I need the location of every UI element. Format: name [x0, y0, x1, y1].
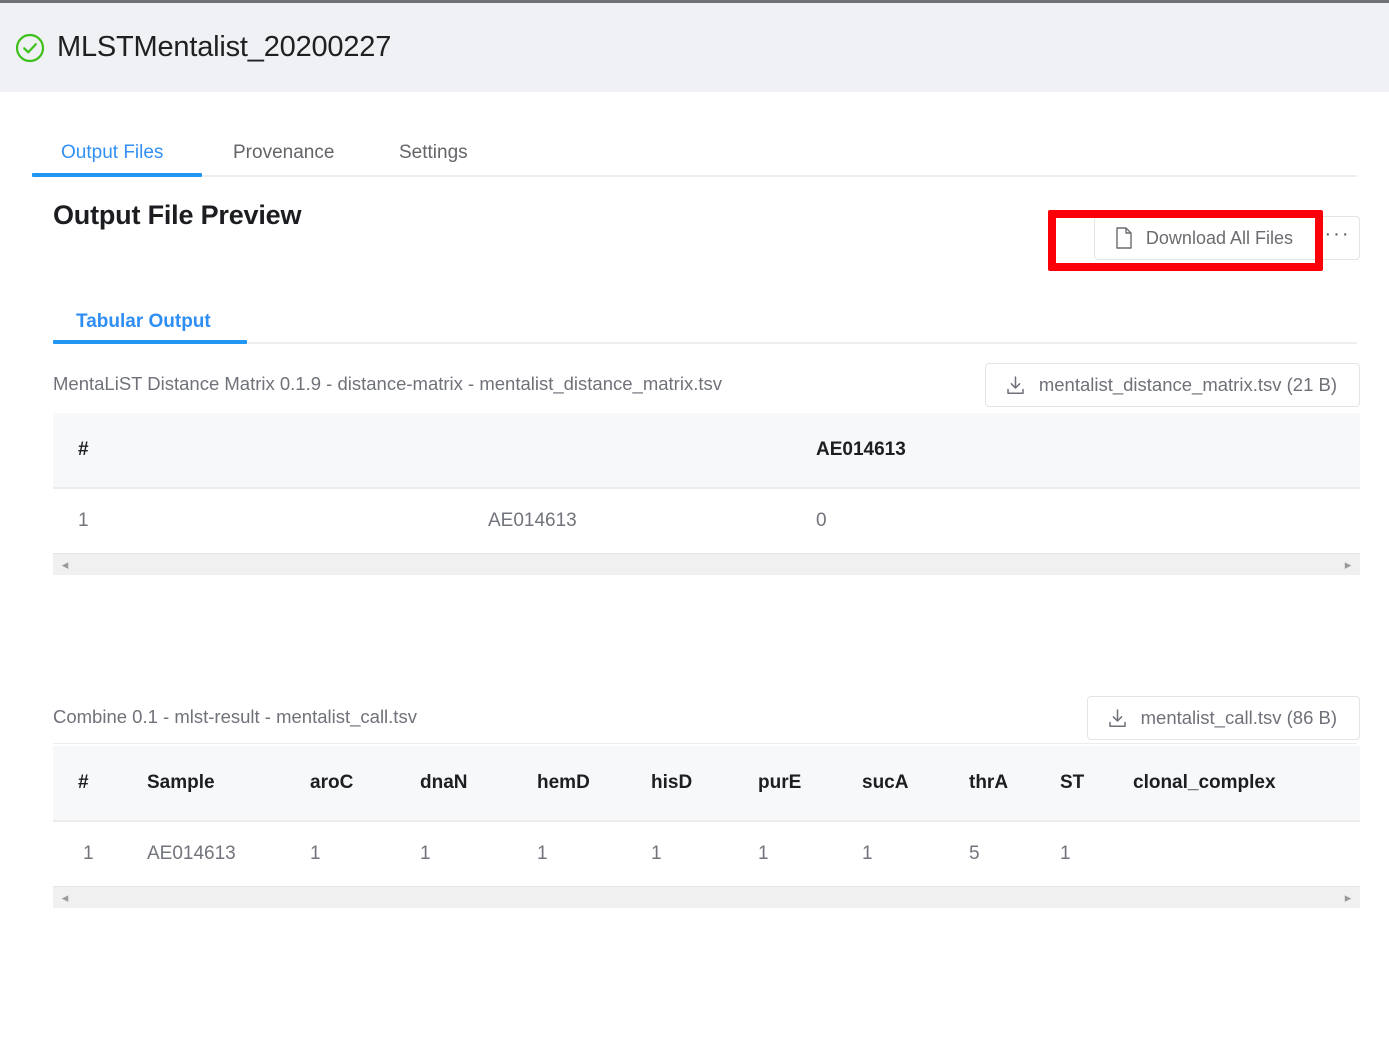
table-row: 1 AE014613 0: [53, 488, 1360, 553]
page-title: MLSTMentalist_20200227: [57, 31, 392, 63]
table-container-distance-matrix: # AE014613 1 AE014613 0: [53, 413, 1360, 553]
download-file-button[interactable]: mentalist_call.tsv (86 B): [1086, 696, 1360, 740]
cell-suca: 1: [862, 843, 873, 864]
main-panel: Output Files Provenance Settings Output …: [0, 92, 1389, 1060]
file-header-row: Combine 0.1 - mlst-result - mentalist_ca…: [0, 696, 1389, 746]
column-header-index[interactable]: #: [53, 413, 283, 489]
column-header-suca[interactable]: sucA: [862, 746, 969, 822]
download-icon: [1108, 708, 1126, 727]
table-container-mlst-result: # Sample aroC dnaN hemD hisD purE sucA t…: [53, 746, 1360, 886]
column-header-index[interactable]: #: [53, 746, 147, 822]
download-all-files-button[interactable]: Download All Files: [1093, 216, 1316, 260]
scroll-left-arrow-icon[interactable]: ◂: [59, 558, 71, 571]
tab-output-files[interactable]: Output Files: [61, 129, 163, 177]
column-header-st[interactable]: ST: [1060, 746, 1133, 822]
cell-st: 1: [1060, 843, 1071, 864]
mlst-result-table: # Sample aroC dnaN hemD hisD purE sucA t…: [53, 746, 1360, 886]
column-header-sample[interactable]: Sample: [147, 746, 310, 822]
active-subtab-indicator: [53, 340, 247, 344]
table-horizontal-scrollbar[interactable]: ◂ ▸: [53, 553, 1360, 575]
download-all-files-label: Download All Files: [1145, 227, 1293, 248]
download-file-label: mentalist_call.tsv (86 B): [1140, 707, 1337, 728]
cell-thra: 5: [969, 843, 980, 864]
tab-bar-baseline: [32, 175, 1357, 177]
cell-index: 1: [78, 510, 89, 531]
preview-actions: Download All Files ···: [1093, 216, 1360, 260]
file-description: MentaLiST Distance Matrix 0.1.9 - distan…: [53, 373, 722, 394]
column-header-hisd[interactable]: hisD: [651, 746, 758, 822]
subtab-tabular-output[interactable]: Tabular Output: [76, 311, 211, 333]
file-icon: [1116, 227, 1132, 249]
table-horizontal-scrollbar[interactable]: ◂ ▸: [53, 886, 1360, 908]
cell-hisd: 1: [651, 843, 662, 864]
subtab-bar-baseline: [53, 342, 1357, 344]
scroll-right-arrow-icon[interactable]: ▸: [1342, 891, 1354, 904]
cell-aroc: 1: [310, 843, 321, 864]
column-header-clonal-complex[interactable]: clonal_complex: [1133, 746, 1360, 822]
column-header-ae014613[interactable]: AE014613: [816, 413, 1360, 489]
column-header-aroc[interactable]: aroC: [310, 746, 420, 822]
file-header-row: MentaLiST Distance Matrix 0.1.9 - distan…: [0, 363, 1389, 413]
file-section-distance-matrix: MentaLiST Distance Matrix 0.1.9 - distan…: [0, 363, 1389, 744]
cell-pure: 1: [758, 843, 769, 864]
tab-provenance[interactable]: Provenance: [233, 129, 334, 177]
check-circle-icon: [15, 33, 45, 62]
download-file-button[interactable]: mentalist_distance_matrix.tsv (21 B): [984, 363, 1360, 407]
cell-hemd: 1: [537, 843, 548, 864]
subtab-bar: Tabular Output: [0, 286, 1389, 344]
distance-matrix-table: # AE014613 1 AE014613 0: [53, 413, 1360, 553]
tab-bar: Output Files Provenance Settings: [0, 129, 1389, 177]
scroll-left-arrow-icon[interactable]: ◂: [59, 891, 71, 904]
active-tab-indicator: [32, 173, 202, 177]
scroll-right-arrow-icon[interactable]: ▸: [1342, 558, 1354, 571]
column-header-dnan[interactable]: dnaN: [420, 746, 537, 822]
file-description: Combine 0.1 - mlst-result - mentalist_ca…: [53, 706, 417, 727]
cell-index: 1: [83, 843, 94, 864]
cell-distance: 0: [816, 510, 827, 531]
tab-settings[interactable]: Settings: [399, 129, 468, 177]
download-file-label: mentalist_distance_matrix.tsv (21 B): [1038, 374, 1337, 395]
column-header-thra[interactable]: thrA: [969, 746, 1060, 822]
table-row: 1 AE014613 1 1 1 1 1 1 5 1: [53, 821, 1360, 886]
cell-sample: AE014613: [488, 510, 577, 531]
column-header-blank[interactable]: [283, 413, 816, 489]
download-icon: [1007, 375, 1024, 394]
table-header-row: # Sample aroC dnaN hemD hisD purE sucA t…: [53, 746, 1360, 822]
cell-clonal-complex: [1133, 821, 1360, 886]
table-header-row: # AE014613: [53, 413, 1360, 489]
output-file-preview-title: Output File Preview: [53, 200, 302, 230]
column-header-hemd[interactable]: hemD: [537, 746, 651, 822]
column-header-pure[interactable]: purE: [758, 746, 862, 822]
cell-dnan: 1: [420, 843, 431, 864]
file-section-mlst-result: Combine 0.1 - mlst-result - mentalist_ca…: [0, 696, 1389, 908]
app-window: MLSTMentalist_20200227 Output Files Prov…: [0, 0, 1389, 1060]
more-options-button[interactable]: ···: [1316, 216, 1360, 260]
window-header: MLSTMentalist_20200227: [0, 3, 1389, 92]
cell-sample: AE014613: [147, 843, 236, 864]
